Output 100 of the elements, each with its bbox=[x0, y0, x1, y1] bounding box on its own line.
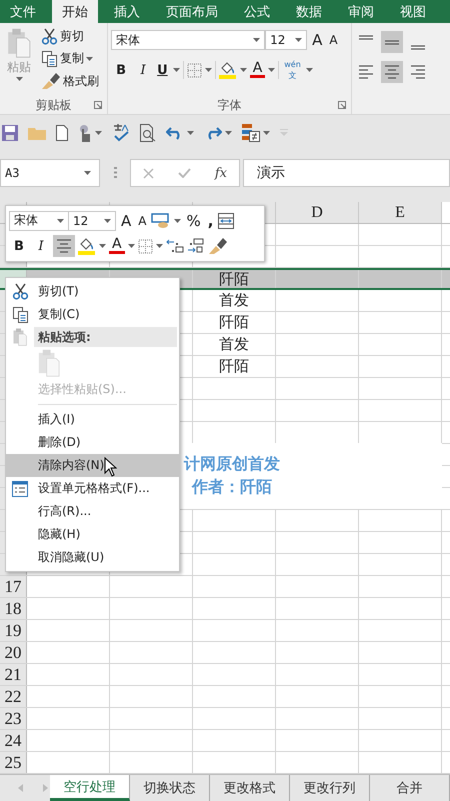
font-color-button[interactable]: A bbox=[109, 238, 125, 254]
fill-color-icon[interactable] bbox=[218, 61, 237, 79]
menu-item[interactable]: 取消隐藏(U) bbox=[6, 546, 179, 569]
sheet-tab[interactable]: 切换状态 bbox=[130, 775, 210, 801]
borders-icon[interactable] bbox=[186, 62, 202, 78]
caret-icon[interactable] bbox=[225, 131, 232, 135]
shrink-font-button[interactable]: A bbox=[327, 32, 340, 48]
dialog-launcher-icon[interactable] bbox=[94, 101, 102, 109]
menu-item[interactable]: 复制(C) bbox=[6, 303, 179, 326]
font-size-dropdown[interactable]: 12 bbox=[265, 30, 308, 50]
column-header[interactable]: E bbox=[359, 202, 442, 223]
sheet-tab[interactable]: 空行处理 bbox=[50, 775, 130, 801]
ribbon-tab[interactable]: 视图 bbox=[390, 0, 436, 23]
sheet-tab[interactable]: 更改格式 bbox=[210, 775, 290, 801]
caret-icon[interactable] bbox=[86, 56, 93, 60]
cut-button[interactable]: 剪切 bbox=[39, 27, 101, 46]
font-name-dropdown[interactable]: 宋体 bbox=[9, 210, 69, 231]
bold-button[interactable]: B bbox=[111, 62, 132, 78]
italic-button[interactable]: I bbox=[134, 62, 152, 78]
format-painter-icon[interactable] bbox=[41, 72, 61, 90]
caret-icon[interactable] bbox=[57, 218, 64, 223]
grow-font-button[interactable]: A bbox=[119, 210, 134, 231]
spelling-check-icon[interactable] bbox=[112, 124, 130, 142]
ribbon-tab[interactable]: 公式 bbox=[234, 0, 280, 23]
caret-icon[interactable] bbox=[240, 68, 247, 72]
ribbon-tab[interactable]: 文件 bbox=[0, 0, 46, 23]
ribbon-tab[interactable]: 页面布局 bbox=[156, 0, 228, 23]
increase-decimal-icon[interactable] bbox=[166, 238, 184, 254]
menu-item[interactable]: 删除(D) bbox=[6, 431, 179, 454]
menu-item[interactable]: 清除内容(N) bbox=[6, 454, 179, 477]
menu-item[interactable]: 行高(R)... bbox=[6, 500, 179, 523]
row-header[interactable]: 19 bbox=[0, 620, 27, 641]
underline-button[interactable]: U bbox=[155, 62, 170, 78]
ribbon-tab[interactable]: 开始 bbox=[52, 0, 98, 23]
caret-icon[interactable] bbox=[95, 131, 102, 135]
format-table-icon[interactable] bbox=[151, 212, 172, 229]
caret-icon[interactable] bbox=[99, 244, 106, 248]
ribbon-tab[interactable]: 插入 bbox=[104, 0, 150, 23]
ribbon-tab[interactable]: 审阅 bbox=[338, 0, 384, 23]
format-cells-icon[interactable] bbox=[12, 480, 28, 496]
row-header[interactable]: 22 bbox=[0, 686, 27, 707]
row-header[interactable]: 18 bbox=[0, 598, 27, 619]
caret-icon[interactable] bbox=[156, 244, 163, 248]
shrink-font-button[interactable]: A bbox=[136, 212, 148, 229]
copy-icon[interactable] bbox=[41, 50, 58, 67]
sheet-tab[interactable]: 更改行列 bbox=[290, 775, 370, 801]
touch-icon[interactable] bbox=[78, 124, 92, 142]
caret-icon[interactable] bbox=[263, 131, 270, 135]
format-painter-button[interactable]: 格式刷 bbox=[39, 71, 101, 91]
caret-icon[interactable] bbox=[174, 218, 182, 223]
caret-icon[interactable] bbox=[204, 68, 212, 72]
caret-icon[interactable] bbox=[84, 171, 91, 175]
comma-button[interactable]: , bbox=[206, 210, 216, 231]
font-name-dropdown[interactable]: 宋体 bbox=[111, 30, 266, 50]
new-document-icon[interactable] bbox=[56, 125, 68, 141]
grow-font-button[interactable]: A bbox=[310, 30, 324, 50]
caret-icon[interactable] bbox=[295, 38, 302, 42]
caret-icon[interactable] bbox=[253, 38, 260, 42]
menu-item[interactable]: 设置单元格格式(F)... bbox=[6, 477, 179, 500]
bold-button[interactable]: B bbox=[9, 238, 29, 255]
copy-icon[interactable] bbox=[12, 306, 28, 323]
row-header[interactable]: 17 bbox=[0, 576, 27, 597]
row-header[interactable]: 21 bbox=[0, 664, 27, 685]
menu-item[interactable]: 插入(I) bbox=[6, 408, 179, 431]
caret-icon[interactable] bbox=[128, 244, 135, 248]
print-preview-icon[interactable] bbox=[140, 124, 156, 142]
decrease-decimal-icon[interactable] bbox=[186, 238, 205, 254]
name-box[interactable]: A3 bbox=[0, 159, 100, 187]
check-icon[interactable] bbox=[178, 168, 191, 178]
caret-icon[interactable] bbox=[306, 68, 313, 72]
phonetic-guide-button[interactable]: wén 文 bbox=[282, 59, 303, 81]
row-header[interactable]: 24 bbox=[0, 730, 27, 751]
scissors-icon[interactable] bbox=[12, 283, 28, 300]
caret-icon[interactable] bbox=[187, 131, 194, 135]
menu-item[interactable]: 隐藏(H) bbox=[6, 523, 179, 546]
compare-icon[interactable] bbox=[242, 124, 260, 142]
percent-button[interactable]: % bbox=[184, 210, 203, 231]
copy-button[interactable]: 复制 bbox=[39, 49, 101, 68]
font-color-button[interactable]: A bbox=[250, 62, 266, 78]
insert-function-button[interactable]: fx bbox=[214, 166, 227, 180]
sheet-tab[interactable]: 合并 bbox=[370, 775, 450, 801]
italic-button[interactable]: I bbox=[32, 238, 50, 255]
fill-color-icon[interactable] bbox=[78, 237, 96, 256]
row-header[interactable]: 25 bbox=[0, 752, 27, 773]
ribbon-tab[interactable]: 数据 bbox=[286, 0, 332, 23]
save-icon[interactable] bbox=[2, 125, 18, 141]
row-header[interactable]: 20 bbox=[0, 642, 27, 663]
caret-icon[interactable] bbox=[104, 218, 111, 223]
dialog-launcher-icon[interactable] bbox=[338, 101, 346, 109]
menu-item[interactable]: 剪切(T) bbox=[6, 280, 179, 303]
caret-icon[interactable] bbox=[268, 68, 276, 72]
borders-icon[interactable] bbox=[138, 238, 153, 254]
caret-icon[interactable] bbox=[172, 68, 180, 72]
scissors-icon[interactable] bbox=[41, 28, 58, 45]
row-header[interactable]: 23 bbox=[0, 708, 27, 729]
wrap-text-icon[interactable] bbox=[218, 212, 234, 229]
font-size-dropdown[interactable]: 12 bbox=[68, 210, 116, 231]
format-painter-icon[interactable] bbox=[208, 237, 228, 256]
formula-field[interactable]: 演示 bbox=[243, 159, 450, 187]
column-header[interactable]: D bbox=[276, 202, 359, 223]
